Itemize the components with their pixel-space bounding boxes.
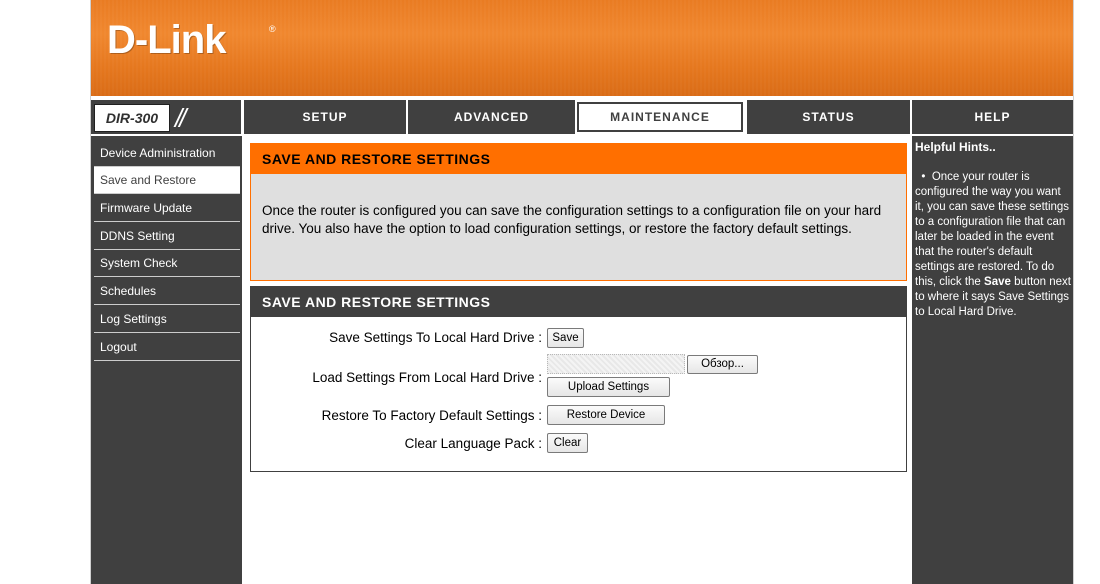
tab-help-label: HELP	[974, 110, 1011, 124]
main-content: SAVE AND RESTORE SETTINGS Once the route…	[243, 136, 911, 584]
tab-advanced-label: ADVANCED	[453, 110, 530, 124]
browse-button[interactable]: Обзор...	[687, 355, 758, 374]
clear-language-label: Clear Language Pack :	[404, 436, 542, 451]
registered-mark: ®	[269, 24, 276, 34]
help-text-before: Once your router is configured the way y…	[915, 171, 1070, 288]
tab-setup[interactable]: SETUP	[244, 100, 406, 134]
save-button[interactable]: Save	[547, 328, 584, 348]
settings-title: SAVE AND RESTORE SETTINGS	[251, 287, 906, 317]
tab-maintenance[interactable]: MAINTENANCE	[575, 100, 745, 134]
tab-status[interactable]: STATUS	[747, 100, 910, 134]
model-name: DIR-300	[94, 104, 170, 132]
sidebar-item-log-settings[interactable]: Log Settings	[94, 306, 240, 333]
intro-panel: SAVE AND RESTORE SETTINGS Once the route…	[250, 143, 907, 281]
tab-help[interactable]: HELP	[912, 100, 1073, 134]
sidebar-item-system-check[interactable]: System Check	[94, 250, 240, 277]
upload-settings-button[interactable]: Upload Settings	[547, 377, 670, 397]
save-settings-label: Save Settings To Local Hard Drive :	[329, 330, 542, 345]
restore-label: Restore To Factory Default Settings :	[321, 408, 542, 423]
help-title: Helpful Hints..	[915, 140, 996, 154]
sidebar-item-schedules[interactable]: Schedules	[94, 278, 240, 305]
tab-advanced[interactable]: ADVANCED	[408, 100, 575, 134]
help-text: • Once your router is configured the way…	[915, 170, 1071, 320]
tab-setup-label: SETUP	[302, 110, 348, 124]
banner-texture	[91, 0, 1073, 96]
intro-title: SAVE AND RESTORE SETTINGS	[251, 144, 906, 174]
sidebar-item-save-and-restore[interactable]: Save and Restore	[94, 167, 240, 194]
help-panel: Helpful Hints.. • Once your router is co…	[912, 136, 1073, 584]
intro-text: Once the router is configured you can sa…	[262, 203, 882, 236]
frame-right-border	[1073, 0, 1074, 584]
clear-button[interactable]: Clear	[547, 433, 588, 453]
sidebar-item-device-administration[interactable]: Device Administration	[94, 140, 240, 167]
sidebar-item-logout[interactable]: Logout	[94, 334, 240, 361]
top-nav: DIR-300 // SETUP ADVANCED MAINTENANCE ST…	[91, 100, 1073, 134]
header-banner: D-Link ®	[91, 0, 1073, 96]
help-text-bold: Save	[984, 276, 1011, 288]
sidebar-item-ddns-setting[interactable]: DDNS Setting	[94, 223, 240, 250]
model-slashes: //	[175, 103, 187, 133]
file-path-input[interactable]	[547, 354, 685, 374]
settings-panel: SAVE AND RESTORE SETTINGS Save Settings …	[250, 286, 907, 472]
load-settings-label: Load Settings From Local Hard Drive :	[312, 370, 542, 385]
model-badge: DIR-300 //	[91, 100, 241, 134]
restore-device-button[interactable]: Restore Device	[547, 405, 665, 425]
tab-maintenance-label: MAINTENANCE	[577, 102, 743, 132]
tab-status-label: STATUS	[802, 110, 855, 124]
left-sidebar: Device Administration Save and Restore F…	[91, 136, 242, 584]
dlink-logo: D-Link	[107, 18, 226, 62]
bullet-icon: •	[921, 171, 926, 183]
sidebar-item-firmware-update[interactable]: Firmware Update	[94, 195, 240, 222]
